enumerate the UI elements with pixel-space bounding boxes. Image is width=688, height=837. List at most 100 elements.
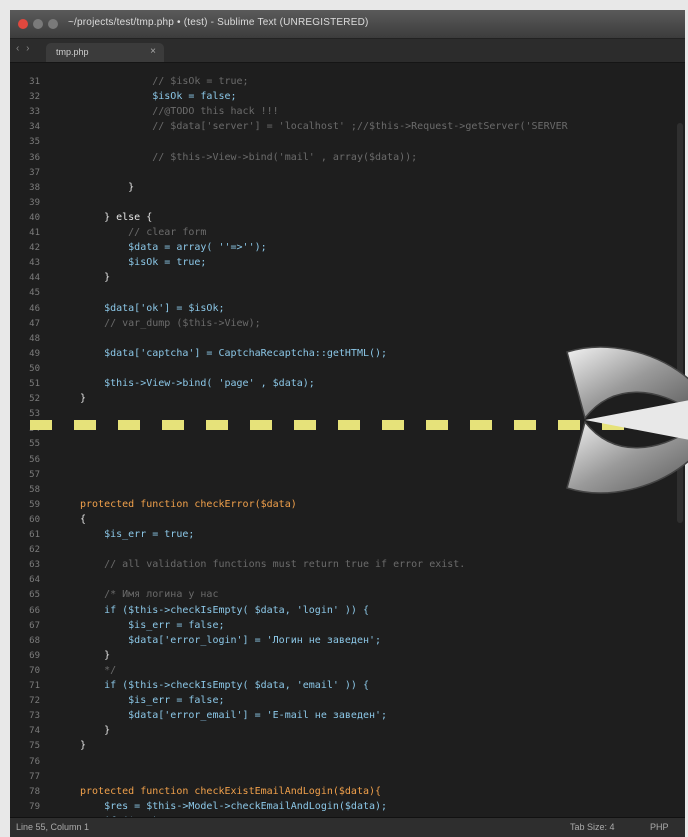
line-number: 78 xyxy=(29,786,40,797)
close-icon[interactable]: × xyxy=(150,46,156,57)
line-number: 68 xyxy=(29,635,40,646)
code-line: } xyxy=(80,725,111,737)
line-number: 56 xyxy=(29,454,40,465)
line-number: 42 xyxy=(29,243,40,254)
line-number: 69 xyxy=(29,650,40,661)
line-number: 52 xyxy=(29,394,40,405)
code-line: } xyxy=(80,393,87,405)
cut-line-dash xyxy=(30,420,52,430)
tab-nav-arrows[interactable]: ‹ › xyxy=(16,43,31,54)
code-line: $data['captcha'] = CaptchaRecaptcha::get… xyxy=(80,347,388,359)
line-number-gutter: 31 32 33 34 35 36 37 38 39 40 41 42 43 44 45 46 47 48 49 50… xyxy=(10,63,50,827)
line-number: 32 xyxy=(29,92,40,103)
cut-line-dash xyxy=(118,420,140,430)
line-number: 44 xyxy=(29,273,40,284)
line-number: 58 xyxy=(29,484,40,495)
line-number: 60 xyxy=(29,514,40,525)
code-line: $isOk = false; xyxy=(80,91,237,103)
code-line: // clear form xyxy=(80,227,207,238)
line-number: 71 xyxy=(29,681,40,691)
line-number: 74 xyxy=(29,726,40,737)
code-line: } xyxy=(80,740,87,752)
line-number: 77 xyxy=(29,771,40,782)
cut-line-dash xyxy=(206,420,228,430)
code-line: $this->View->bind( 'page' , $data); xyxy=(80,378,315,389)
line-number: 65 xyxy=(29,590,40,601)
code-line: $is_err = true; xyxy=(80,529,195,540)
line-number: 46 xyxy=(29,303,40,314)
line-number: 66 xyxy=(29,605,40,616)
code-line: } xyxy=(80,272,111,284)
line-number: 61 xyxy=(29,530,40,540)
cut-line-dash xyxy=(382,420,404,430)
code-line: if ($this->checkIsEmpty( $data, 'login' … xyxy=(80,604,369,616)
code-line: } else { xyxy=(80,211,153,223)
line-number: 67 xyxy=(29,620,40,631)
line-number: 37 xyxy=(29,167,40,178)
code-line: if ($this->checkIsEmpty( $data, 'email' … xyxy=(80,680,369,691)
line-number: 51 xyxy=(29,379,40,389)
code-line: $res = $this->Model->checkEmailAndLogin(… xyxy=(80,800,388,812)
line-number: 50 xyxy=(29,363,40,374)
cut-line-dash xyxy=(470,420,492,430)
maximize-window-button[interactable] xyxy=(48,19,58,29)
code-line: $data['ok'] = $isOk; xyxy=(80,302,225,314)
cut-line-dash xyxy=(162,420,184,430)
code-line: { xyxy=(80,513,87,525)
line-number: 79 xyxy=(29,801,40,812)
code-line: // var_dump ($this->View); xyxy=(80,317,261,329)
close-window-button[interactable] xyxy=(18,19,28,29)
cut-line-dash xyxy=(426,420,448,430)
code-line: // $this->View->bind('mail' , array($dat… xyxy=(80,151,418,163)
line-number: 36 xyxy=(29,152,40,163)
cut-line-dash xyxy=(294,420,316,430)
line-number: 63 xyxy=(29,560,40,571)
minimize-window-button[interactable] xyxy=(33,19,43,29)
line-number: 40 xyxy=(29,212,40,223)
line-number: 33 xyxy=(29,107,40,118)
line-number: 41 xyxy=(29,228,40,238)
tab-size-selector[interactable]: Tab Size: 4 xyxy=(570,822,615,832)
code-line: } xyxy=(80,649,111,661)
code-line: $data['error_email'] = 'E-mail не заведе… xyxy=(80,710,388,722)
line-number: 76 xyxy=(29,756,40,767)
code-line: $is_err = false; xyxy=(80,619,225,631)
code-line: */ xyxy=(80,664,117,676)
line-number: 70 xyxy=(29,665,40,676)
code-line: //@TODO this hack !!! xyxy=(80,106,279,118)
tab-tmp-php[interactable]: tmp.php × xyxy=(46,43,164,62)
cut-line-dash xyxy=(250,420,272,430)
code-line: $data = array( ''=>''); xyxy=(80,242,267,254)
line-number: 31 xyxy=(29,77,40,87)
line-number: 55 xyxy=(29,439,40,450)
line-number: 53 xyxy=(29,409,40,420)
tab-bar: ‹ › tmp.php × xyxy=(10,39,685,63)
code-line: $data['error_login'] = 'Логин не заведен… xyxy=(80,634,382,646)
code-line: } xyxy=(80,181,135,193)
cut-line-dash xyxy=(514,420,536,430)
line-number: 39 xyxy=(29,197,40,208)
scissors-icon xyxy=(566,346,688,494)
cursor-position: Line 55, Column 1 xyxy=(16,822,90,832)
code-line: protected function checkError($data) xyxy=(80,498,297,510)
line-number: 59 xyxy=(29,499,40,510)
cut-line xyxy=(30,420,640,432)
line-number: 43 xyxy=(29,258,40,269)
line-number: 45 xyxy=(29,288,40,299)
line-number: 62 xyxy=(29,545,40,556)
status-bar: Line 55, Column 1 Tab Size: 4 PHP xyxy=(10,817,685,837)
line-number: 75 xyxy=(29,741,40,752)
line-number: 72 xyxy=(29,696,40,707)
line-number: 49 xyxy=(29,348,40,359)
cut-line-dash xyxy=(74,420,96,430)
line-number: 57 xyxy=(29,469,40,480)
tab-label: tmp.php xyxy=(56,47,89,57)
code-line: // all validation functions must return … xyxy=(80,559,466,571)
code-line: $is_err = false; xyxy=(80,695,225,707)
line-number: 48 xyxy=(29,333,40,344)
syntax-selector[interactable]: PHP xyxy=(650,822,669,832)
line-number: 35 xyxy=(29,137,40,148)
code-line: $isOk = true; xyxy=(80,257,207,269)
code-line: // $data['server'] = 'localhost' ;//$thi… xyxy=(80,121,568,133)
line-number: 47 xyxy=(29,318,40,329)
